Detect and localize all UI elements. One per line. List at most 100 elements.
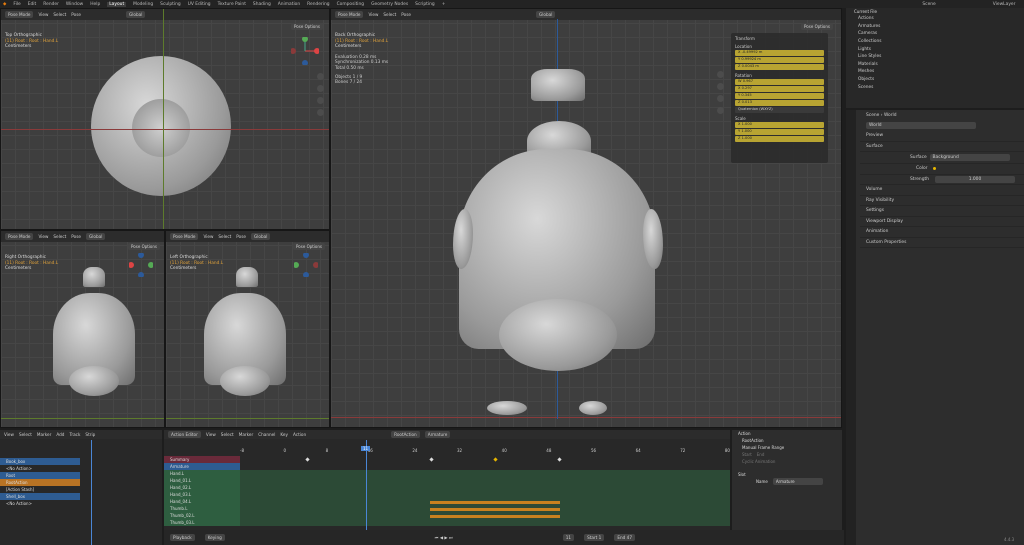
- orientation-dropdown[interactable]: Global: [251, 233, 271, 240]
- editor-mode-dropdown[interactable]: Action Editor: [168, 431, 201, 438]
- rotation-x-field[interactable]: X 0.297: [735, 86, 824, 92]
- outliner-item-collections[interactable]: Collections: [846, 38, 1024, 46]
- menu-key[interactable]: Key: [280, 432, 288, 437]
- rotation-z-field[interactable]: Z 0.013: [735, 100, 824, 106]
- menu-file[interactable]: File: [13, 2, 20, 7]
- menu-marker[interactable]: Marker: [239, 432, 253, 437]
- playhead[interactable]: [91, 440, 92, 545]
- scale-z-field[interactable]: Z 1.000: [735, 136, 824, 142]
- world-selector[interactable]: World: [860, 121, 1024, 132]
- outliner-root[interactable]: Current File: [846, 8, 1024, 15]
- menu-action[interactable]: Action: [293, 432, 306, 437]
- zoom-icon[interactable]: [317, 73, 324, 80]
- menu-select[interactable]: Select: [53, 12, 66, 17]
- mode-dropdown[interactable]: Pose Mode: [335, 11, 364, 18]
- rotation-mode-dropdown[interactable]: Quaternion (WXYZ): [735, 107, 824, 113]
- mode-dropdown[interactable]: Pose Mode: [5, 11, 34, 18]
- tab-modeling[interactable]: Modeling: [133, 2, 153, 7]
- scale-x-field[interactable]: X 1.000: [735, 122, 824, 128]
- current-frame-field[interactable]: 11: [562, 534, 575, 541]
- menu-view[interactable]: View: [206, 432, 216, 437]
- current-frame-indicator[interactable]: 11: [361, 446, 371, 451]
- channel-row[interactable]: Hand_01.L: [164, 477, 240, 484]
- menu-pose[interactable]: Pose: [71, 234, 81, 239]
- nla-track[interactable]: <No Action>: [0, 500, 80, 507]
- channel-row[interactable]: Thumb_03.L: [164, 519, 240, 526]
- manual-range-checkbox[interactable]: Manual Frame Range: [732, 444, 842, 451]
- rotation-y-field[interactable]: Y 0.345: [735, 93, 824, 99]
- menu-edit[interactable]: Edit: [28, 2, 37, 7]
- pose-options-button[interactable]: Pose Options: [128, 243, 160, 250]
- start-frame-field[interactable]: Start 1: [584, 534, 605, 541]
- pan-icon[interactable]: [717, 83, 724, 90]
- menu-view[interactable]: View: [368, 12, 378, 17]
- scale-y-field[interactable]: Y 1.000: [735, 129, 824, 135]
- menu-strip[interactable]: Strip: [85, 432, 95, 437]
- end-frame-field[interactable]: End 47: [614, 534, 635, 541]
- keyframe[interactable]: [557, 457, 562, 462]
- menu-marker[interactable]: Marker: [37, 432, 51, 437]
- outliner-item-lights[interactable]: Lights: [846, 45, 1024, 53]
- panel-preview[interactable]: Preview: [860, 131, 1024, 142]
- pose-options-button[interactable]: Pose Options: [293, 243, 325, 250]
- playback-menu[interactable]: Playback: [170, 534, 195, 541]
- panel-viewport-display[interactable]: Viewport Display: [860, 217, 1024, 227]
- nla-track[interactable]: RootAction: [0, 479, 80, 486]
- nla-track[interactable]: Root: [0, 472, 80, 479]
- slot-selector[interactable]: Armature: [424, 431, 451, 438]
- channel-row[interactable]: Hand_03.L: [164, 491, 240, 498]
- nla-track[interactable]: <No Action>: [0, 465, 80, 472]
- tab-rendering[interactable]: Rendering: [307, 2, 329, 7]
- menu-add[interactable]: Add: [56, 432, 64, 437]
- outliner-item-actions[interactable]: Actions: [846, 15, 1024, 23]
- panel-settings[interactable]: Settings: [860, 206, 1024, 217]
- menu-view[interactable]: View: [38, 234, 48, 239]
- menu-select[interactable]: Select: [221, 432, 234, 437]
- surface-shader-field[interactable]: Surface Background: [860, 152, 1024, 164]
- tab-compositing[interactable]: Compositing: [337, 2, 365, 7]
- menu-select[interactable]: Select: [218, 234, 231, 239]
- menu-select[interactable]: Select: [383, 12, 396, 17]
- menu-view[interactable]: View: [203, 234, 213, 239]
- scene-selector[interactable]: Scene: [922, 2, 935, 7]
- pose-options-button[interactable]: Pose Options: [291, 23, 323, 30]
- add-workspace-icon[interactable]: +: [442, 2, 446, 7]
- channel-row[interactable]: Thumb_02.L: [164, 512, 240, 519]
- panel-ray-visibility[interactable]: Ray Visibility: [860, 196, 1024, 206]
- menu-select[interactable]: Select: [53, 234, 66, 239]
- blender-logo-icon[interactable]: ◆: [3, 2, 6, 7]
- channel-summary[interactable]: Summary: [164, 456, 240, 463]
- tab-sculpting[interactable]: Sculpting: [160, 2, 181, 7]
- viewport-right[interactable]: Pose Mode View Select Pose Global Pose Optio…: [0, 230, 165, 428]
- zoom-icon[interactable]: [717, 71, 724, 78]
- panel-custom-properties[interactable]: Custom Properties: [860, 238, 1024, 248]
- color-field[interactable]: Color: [860, 164, 1024, 175]
- menu-select[interactable]: Select: [19, 432, 32, 437]
- action-name-field[interactable]: RootAction: [732, 437, 842, 444]
- orientation-dropdown[interactable]: Global: [536, 11, 556, 18]
- action-editor[interactable]: Action Editor View Select Marker Channel Key A…: [164, 430, 730, 545]
- outliner-item-armatures[interactable]: Armatures: [846, 23, 1024, 31]
- tab-geometry-nodes[interactable]: Geometry Nodes: [371, 2, 408, 7]
- location-y-field[interactable]: Y 0.99924 m: [735, 57, 824, 63]
- slot-panel-header[interactable]: Slot: [732, 471, 842, 478]
- panel-volume[interactable]: Volume: [860, 185, 1024, 196]
- viewport-left[interactable]: Pose Mode View Select Pose Global Pose Optio…: [165, 230, 330, 428]
- keyframe[interactable]: [493, 457, 498, 462]
- camera-view-icon[interactable]: [317, 97, 324, 104]
- cyclic-checkbox[interactable]: Cyclic Animation: [732, 458, 842, 465]
- panel-animation[interactable]: Animation: [860, 227, 1024, 238]
- outliner-item-materials[interactable]: Materials: [846, 61, 1024, 69]
- tab-uv-editing[interactable]: UV Editing: [188, 2, 211, 7]
- viewport-back[interactable]: Pose Mode View Select Pose Global Pose O…: [330, 8, 842, 428]
- action-panel-header[interactable]: Action: [732, 430, 842, 437]
- mode-dropdown[interactable]: Pose Mode: [5, 233, 34, 240]
- menu-pose[interactable]: Pose: [401, 12, 411, 17]
- slot-name-field[interactable]: Name Armature: [732, 478, 842, 485]
- keyframe[interactable]: [305, 457, 310, 462]
- perspective-toggle-icon[interactable]: [317, 109, 324, 116]
- channel-armature[interactable]: Armature: [164, 463, 240, 470]
- location-x-field[interactable]: X -0.49992 m: [735, 50, 824, 56]
- channel-row[interactable]: Hand_04.L: [164, 498, 240, 505]
- menu-view[interactable]: View: [38, 12, 48, 17]
